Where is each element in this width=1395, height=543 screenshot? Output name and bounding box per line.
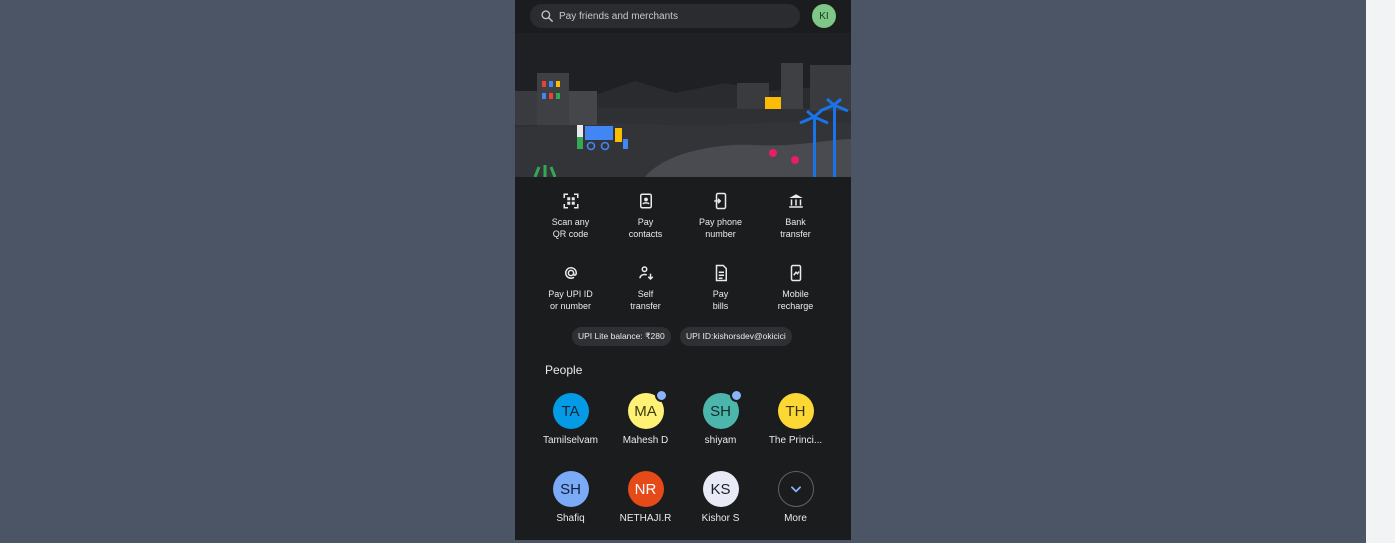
avatar: SH xyxy=(702,389,743,429)
mobile-recharge-button[interactable]: Mobile recharge xyxy=(758,249,833,312)
pay-upi-button[interactable]: Pay UPI ID or number xyxy=(533,249,608,312)
qr-scan-icon xyxy=(563,193,578,209)
pay-bills-button[interactable]: Pay bills xyxy=(683,249,758,312)
pay-phone-button[interactable]: Pay phone number xyxy=(683,177,758,240)
mobile-recharge-label-2: recharge xyxy=(777,301,814,311)
more-circle xyxy=(777,471,814,507)
pay-contacts-button[interactable]: Pay contacts xyxy=(608,177,683,240)
new-activity-dot xyxy=(729,389,743,402)
contacts-icon xyxy=(639,193,652,209)
person-name: More xyxy=(784,513,807,524)
person-mahesh-d[interactable]: MA Mahesh D xyxy=(608,389,683,446)
person-name: NETHAJI.R xyxy=(619,513,672,524)
mobile-recharge-label-1: Mobile xyxy=(782,289,809,299)
bank-icon xyxy=(788,194,803,208)
person-tamilselvam[interactable]: TA Tamilselvam xyxy=(533,393,608,446)
pay-phone-label-2: number xyxy=(705,229,736,239)
upi-lite-balance-chip[interactable]: UPI Lite balance: ₹280 xyxy=(572,327,671,346)
mobile-recharge-icon xyxy=(790,264,801,282)
pay-upi-label-2: or number xyxy=(549,301,592,311)
pay-phone-label-1: Pay phone xyxy=(698,217,743,227)
bank-transfer-label-2: transfer xyxy=(780,229,811,239)
pay-upi-label-1: Pay UPI ID xyxy=(548,289,593,299)
person-name: Tamilselvam xyxy=(542,435,598,446)
upi-id-chip[interactable]: UPI ID:kishorsdev@okicici xyxy=(680,327,792,346)
search-input[interactable]: Pay friends and merchants xyxy=(530,4,800,28)
bank-transfer-button[interactable]: Bank transfer xyxy=(758,177,833,240)
app-panel: Pay friends and merchants KI Scan any QR… xyxy=(515,0,851,540)
person-name: Mahesh D xyxy=(622,435,669,446)
search-placeholder: Pay friends and merchants xyxy=(559,10,678,22)
self-transfer-label-1: Self xyxy=(637,289,654,299)
self-transfer-icon xyxy=(638,266,653,281)
right-scroll-strip xyxy=(1366,0,1395,543)
phone-icon xyxy=(713,192,726,210)
pay-contacts-label-2: contacts xyxy=(628,229,663,239)
search-icon xyxy=(541,10,553,22)
avatar-initials: MA xyxy=(634,402,657,420)
hero-illustration xyxy=(515,33,851,177)
self-transfer-button[interactable]: Self transfer xyxy=(608,249,683,312)
scan-qr-label-2: QR code xyxy=(552,229,589,239)
pay-contacts-label-1: Pay xyxy=(637,217,654,227)
avatar: TA xyxy=(552,393,589,429)
avatar-initials: SH xyxy=(560,480,581,498)
person-shiyam[interactable]: SH shiyam xyxy=(683,389,758,446)
person-the-principal[interactable]: TH The Princi... xyxy=(758,393,833,446)
bank-transfer-label-1: Bank xyxy=(785,217,806,227)
upi-chips: UPI Lite balance: ₹280 UPI ID:kishorsdev… xyxy=(515,327,851,347)
self-transfer-label-2: transfer xyxy=(630,301,661,311)
new-activity-dot xyxy=(654,389,668,402)
person-name: The Princi... xyxy=(768,435,823,446)
more-people-button[interactable]: More xyxy=(758,471,833,524)
avatar: TH xyxy=(777,393,814,429)
avatar: KS xyxy=(702,471,739,507)
avatar-initials: SH xyxy=(710,402,731,420)
avatar-initials: TH xyxy=(785,402,806,420)
scan-qr-label-1: Scan any xyxy=(551,217,590,227)
pay-bills-label-1: Pay xyxy=(712,289,729,299)
person-nethaji-r[interactable]: NR NETHAJI.R xyxy=(608,471,683,524)
avatar-initials: TA xyxy=(561,402,580,420)
person-name: Shafiq xyxy=(556,513,585,524)
at-icon xyxy=(564,267,577,279)
avatar: NR xyxy=(627,471,664,507)
chevron-down-icon xyxy=(790,486,801,493)
people-heading: People xyxy=(545,363,583,377)
avatar: MA xyxy=(627,389,668,429)
person-name: Kishor S xyxy=(701,513,740,524)
avatar-initials: KS xyxy=(710,480,731,498)
pay-bills-label-2: bills xyxy=(712,301,729,311)
scan-qr-button[interactable]: Scan any QR code xyxy=(533,177,608,240)
bill-icon xyxy=(715,264,727,282)
avatar-initials: NR xyxy=(634,480,657,498)
avatar: SH xyxy=(552,471,589,507)
top-bar: Pay friends and merchants KI xyxy=(515,0,851,33)
person-kishor-s[interactable]: KS Kishor S xyxy=(683,471,758,524)
person-name: shiyam xyxy=(704,435,737,446)
person-shafiq[interactable]: SH Shafiq xyxy=(533,471,608,524)
profile-avatar[interactable]: KI xyxy=(812,4,836,28)
